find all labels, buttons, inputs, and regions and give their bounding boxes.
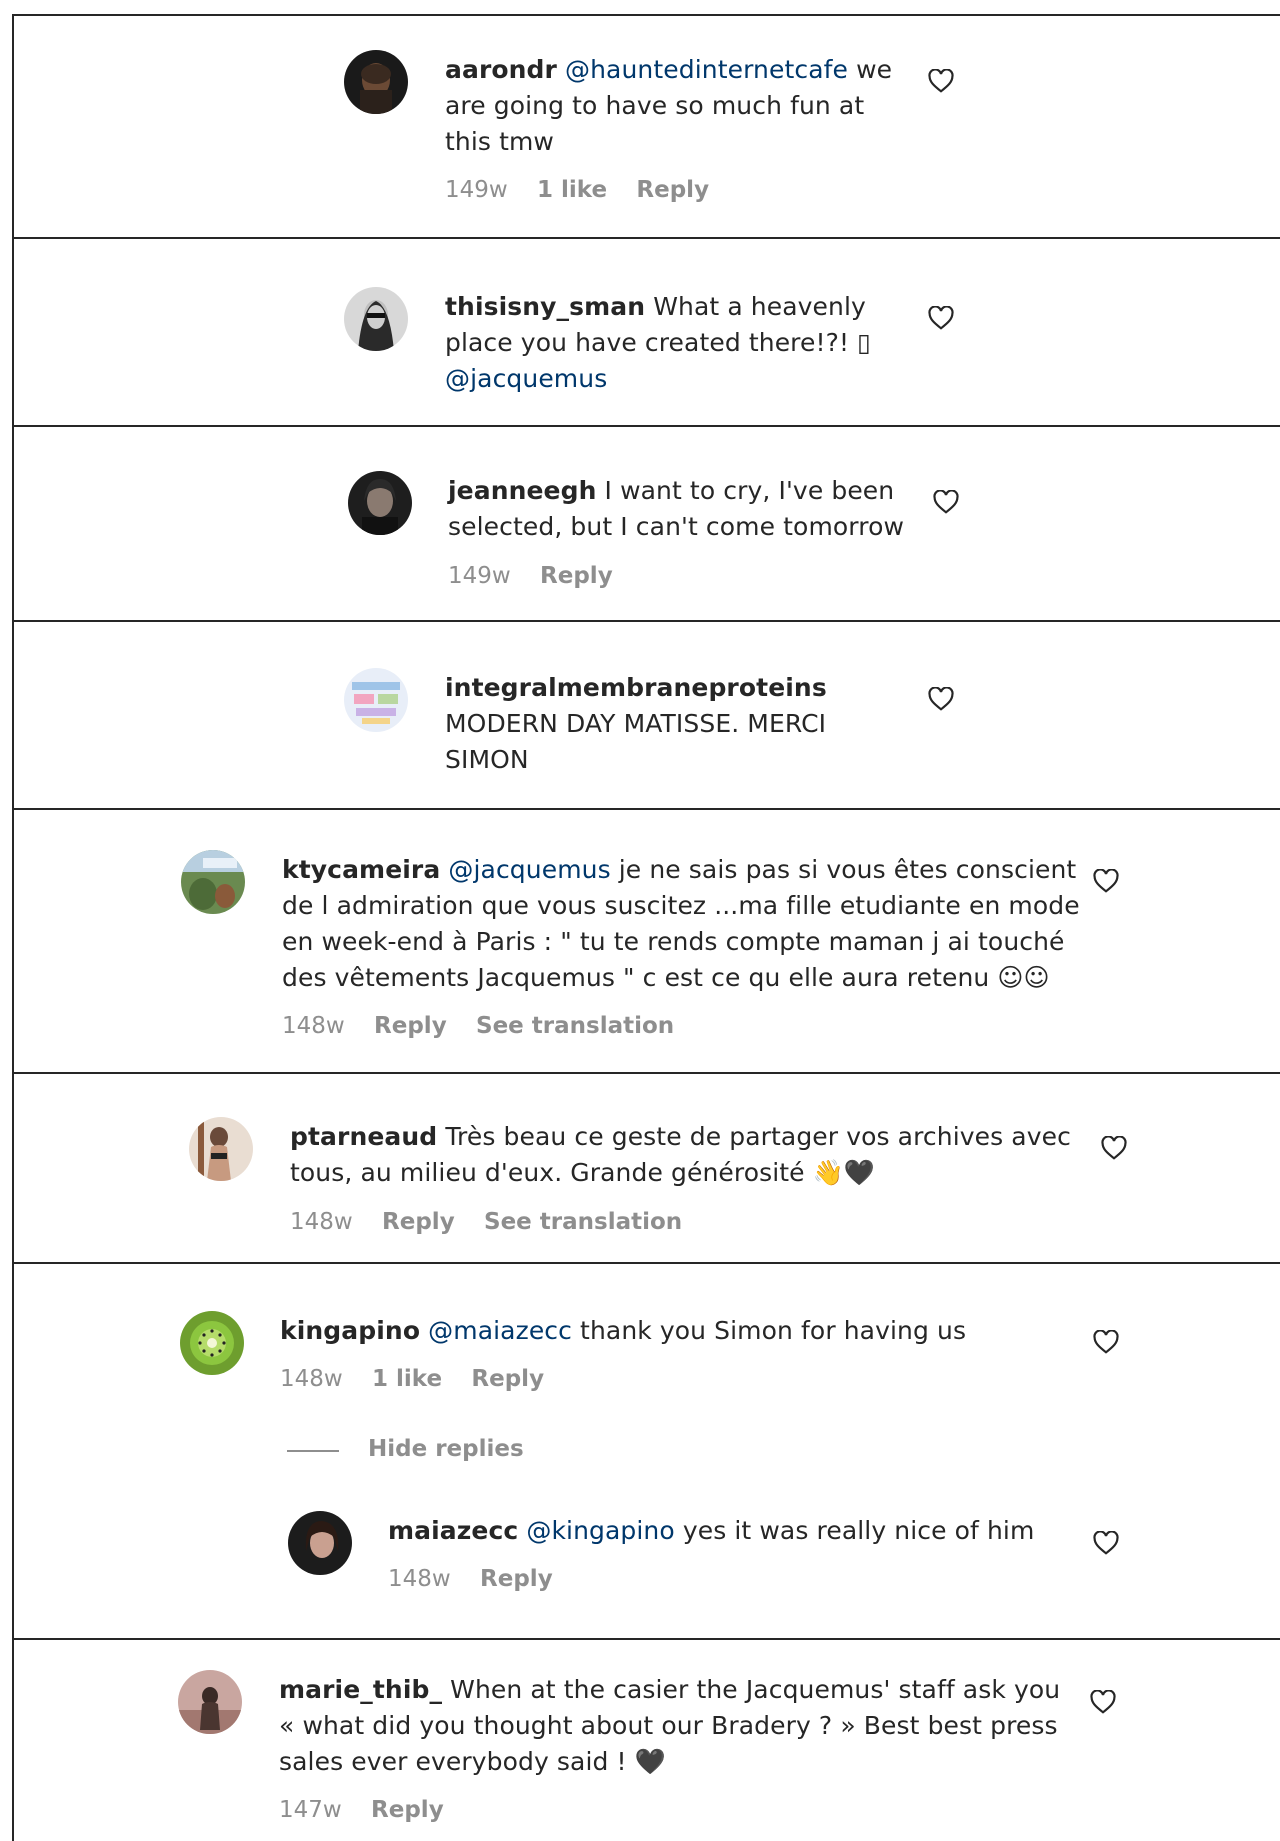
comment-divider	[12, 237, 1280, 239]
comment-username[interactable]: kingapino	[280, 1316, 420, 1345]
comment-time[interactable]: 149w	[448, 563, 511, 589]
comment-divider	[12, 808, 1280, 810]
reply-button[interactable]: Reply	[371, 1797, 444, 1823]
comment-time[interactable]: 148w	[280, 1366, 343, 1392]
comment-username[interactable]: ptarneaud	[290, 1122, 437, 1151]
comment-divider	[12, 425, 1280, 427]
avatar[interactable]	[344, 50, 408, 114]
comment-text: thisisny_sman What a heavenly place you …	[445, 292, 872, 393]
comment-username[interactable]: maiazecc	[388, 1516, 518, 1545]
avatar[interactable]	[180, 1311, 244, 1375]
avatar[interactable]	[181, 850, 245, 914]
heart-outline-icon[interactable]	[933, 490, 959, 514]
comment-time[interactable]: 148w	[290, 1209, 353, 1235]
reply-button[interactable]: Reply	[540, 563, 613, 589]
comment-meta: 149w Reply	[448, 563, 635, 589]
heart-outline-icon[interactable]	[1093, 1330, 1119, 1354]
heart-outline-icon[interactable]	[928, 69, 954, 93]
reply-text: maiazecc @kingapino yes it was really ni…	[388, 1516, 1035, 1545]
avatar[interactable]	[344, 287, 408, 351]
comment-time[interactable]: 149w	[445, 177, 508, 203]
comment-meta: 149w 1 like Reply	[445, 177, 731, 203]
heart-outline-icon[interactable]	[928, 687, 954, 711]
comment-time[interactable]: 148w	[388, 1566, 451, 1592]
comment-text: ktycameira @jacquemus je ne sais pas si …	[282, 855, 1080, 992]
heart-outline-icon[interactable]	[1093, 1531, 1119, 1555]
comment-username[interactable]: marie_thib_	[279, 1675, 442, 1704]
see-translation-button[interactable]: See translation	[476, 1013, 674, 1039]
heart-outline-icon[interactable]	[1101, 1136, 1127, 1160]
comment-meta: 147w Reply	[279, 1797, 466, 1823]
comment-divider	[12, 1072, 1280, 1074]
comment-divider	[12, 1638, 1280, 1640]
comment-meta: 148w Reply See translation	[290, 1209, 704, 1235]
heart-outline-icon[interactable]	[1093, 869, 1119, 893]
comment-time[interactable]: 148w	[282, 1013, 345, 1039]
reply-button[interactable]: Reply	[471, 1366, 544, 1392]
comment-text: ptarneaud Très beau ce geste de partager…	[290, 1122, 1071, 1187]
comment-mention[interactable]: @jacquemus	[448, 855, 610, 884]
comment-text: aarondr @hauntedinternetcafe we are goin…	[445, 55, 893, 156]
avatar[interactable]	[344, 668, 408, 732]
comment-mention[interactable]: @kingapino	[526, 1516, 674, 1545]
comment-text: kingapino @maiazecc thank you Simon for …	[280, 1316, 967, 1345]
comment-mention[interactable]: @maiazecc	[428, 1316, 572, 1345]
comment-likes[interactable]: 1 like	[537, 177, 607, 203]
heart-outline-icon[interactable]	[1090, 1690, 1116, 1714]
comment-username[interactable]: ktycameira	[282, 855, 440, 884]
avatar[interactable]	[178, 1670, 242, 1734]
comment-text: integralmembraneproteins MODERN DAY MATI…	[445, 673, 827, 774]
reply-button[interactable]: Reply	[636, 177, 709, 203]
comment-meta: 148w 1 like Reply	[280, 1366, 566, 1392]
comment-divider	[12, 1262, 1280, 1264]
hide-replies-line	[287, 1450, 339, 1452]
comment-mention[interactable]: @jacquemus	[445, 364, 607, 393]
comment-username[interactable]: aarondr	[445, 55, 557, 84]
comment-text: marie_thib_ When at the casier the Jacqu…	[279, 1675, 1061, 1776]
comment-meta: 148w Reply See translation	[282, 1013, 696, 1039]
comment-username[interactable]: integralmembraneproteins	[445, 673, 827, 702]
comment-mention[interactable]: @hauntedinternetcafe	[565, 55, 848, 84]
reply-button[interactable]: Reply	[382, 1209, 455, 1235]
comment-username[interactable]: jeanneegh	[448, 476, 597, 505]
avatar[interactable]	[348, 471, 412, 535]
comment-likes[interactable]: 1 like	[372, 1366, 442, 1392]
reply-button[interactable]: Reply	[480, 1566, 553, 1592]
comment-divider	[12, 620, 1280, 622]
reply-button[interactable]: Reply	[374, 1013, 447, 1039]
comment-meta: 148w Reply	[388, 1566, 575, 1592]
comment-time[interactable]: 147w	[279, 1797, 342, 1823]
comment-username[interactable]: thisisny_sman	[445, 292, 645, 321]
comment-text: jeanneegh I want to cry, I've been selec…	[448, 476, 905, 541]
see-translation-button[interactable]: See translation	[484, 1209, 682, 1235]
heart-outline-icon[interactable]	[928, 306, 954, 330]
hide-replies-button[interactable]: Hide replies	[368, 1436, 524, 1462]
avatar[interactable]	[288, 1511, 352, 1575]
avatar[interactable]	[189, 1117, 253, 1181]
